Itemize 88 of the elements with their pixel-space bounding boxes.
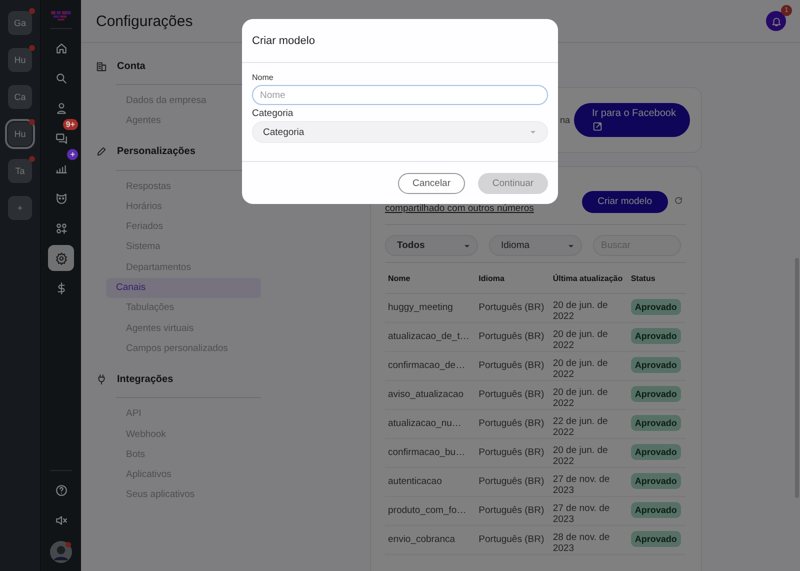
table-cell: Português (BR)	[476, 293, 550, 322]
language-dropdown[interactable]: Idioma	[489, 235, 582, 256]
logo-icon	[50, 10, 72, 21]
notifications-button[interactable]	[766, 11, 786, 31]
pencil-icon	[96, 146, 107, 158]
workspace-button[interactable]: Ta	[8, 159, 32, 183]
status-dropdown[interactable]: Todos	[385, 235, 478, 256]
building-icon	[96, 60, 107, 72]
table-cell: produto_com_fo…	[385, 496, 476, 525]
table-cell: aviso_atualizacao	[385, 380, 476, 409]
card-text: na	[560, 115, 570, 125]
facebook-button[interactable]: Ir para o Facebook	[574, 103, 690, 137]
workspace-button[interactable]: Hu	[8, 48, 32, 72]
mask-icon	[54, 192, 68, 204]
home-icon	[54, 42, 68, 54]
page-title: Configurações	[96, 12, 193, 30]
status-badge: Aprovado	[630, 531, 681, 547]
notification-dot	[29, 156, 35, 162]
status-badge: Aprovado	[630, 386, 681, 402]
bell-icon	[770, 16, 782, 26]
person-icon	[54, 102, 68, 114]
dialog-title: Criar modelo	[242, 19, 558, 63]
column-header: Última atualização	[550, 265, 628, 293]
table-cell: 20 de jun. de 2022	[550, 380, 628, 409]
table-cell: Português (BR)	[476, 525, 550, 554]
badge: +	[67, 149, 78, 160]
table-cell: huggy_meeting	[385, 293, 476, 322]
table-cell: Português (BR)	[476, 438, 550, 467]
menu-item[interactable]: Canais	[106, 278, 261, 298]
status-badge: Aprovado	[630, 502, 681, 518]
external-link-icon	[592, 121, 604, 132]
table-cell: 20 de jun. de 2022	[550, 293, 628, 322]
field-label: Nome	[252, 73, 274, 82]
table-cell: 20 de jun. de 2022	[550, 322, 628, 351]
workspace-button[interactable]: +	[8, 196, 32, 220]
table-cell: Português (BR)	[476, 496, 550, 525]
section-title: Personalizações	[117, 146, 196, 158]
table-cell: 20 de jun. de 2022	[550, 438, 628, 467]
status-badge: Aprovado	[630, 328, 681, 344]
table-cell: atualizacao_nu…	[385, 409, 476, 438]
search-icon	[54, 72, 68, 84]
chat-icon	[54, 132, 68, 144]
workspace-button[interactable]: Ga	[8, 11, 32, 35]
table-cell: Português (BR)	[476, 467, 550, 496]
status-badge: Aprovado	[630, 444, 681, 460]
section-title: Conta	[117, 60, 146, 72]
notification-dot	[29, 45, 35, 51]
table-cell: 22 de jun. de 2022	[550, 409, 628, 438]
table-cell: 27 de nov. de 2023	[550, 496, 628, 525]
table-cell: Português (BR)	[476, 409, 550, 438]
field-label: Categoria	[252, 108, 294, 119]
table-cell: confirmacao_de…	[385, 351, 476, 380]
dollar-icon	[54, 282, 68, 294]
table-cell: 20 de jun. de 2022	[550, 351, 628, 380]
help-icon	[54, 484, 68, 496]
badge: 9+	[62, 119, 78, 130]
status-badge: Aprovado	[630, 299, 681, 315]
status-badge: Aprovado	[630, 357, 681, 373]
settings-button[interactable]	[48, 245, 74, 271]
notification-dot	[29, 119, 35, 125]
column-header: Status	[628, 265, 686, 293]
table-cell: 28 de nov. de 2023	[550, 525, 628, 554]
column-header: Nome	[385, 265, 476, 293]
table-cell: 27 de nov. de 2023	[550, 467, 628, 496]
workspace-button[interactable]: Hu	[8, 122, 32, 146]
table-cell: autenticacao	[385, 467, 476, 496]
table-cell: Português (BR)	[476, 351, 550, 380]
name-field[interactable]: Nome	[252, 85, 548, 105]
cancel-button[interactable]: Cancelar	[398, 172, 465, 194]
status-badge: Aprovado	[630, 473, 681, 489]
create-template-button[interactable]: Criar modelo	[582, 190, 668, 212]
table-cell: Português (BR)	[476, 322, 550, 351]
table-cell: Português (BR)	[476, 380, 550, 409]
category-dropdown[interactable]: Categoria	[252, 121, 548, 143]
link[interactable]: compartilhado com outros números	[385, 203, 576, 214]
plug-icon	[96, 374, 107, 385]
table-cell: envio_cobranca	[385, 525, 476, 554]
workspace-button[interactable]: Ca	[8, 85, 32, 109]
column-header: Idioma	[476, 265, 550, 293]
settings-icon	[54, 252, 68, 264]
status-badge: Aprovado	[630, 415, 681, 431]
notification-dot	[29, 8, 35, 14]
refresh-icon	[674, 196, 683, 204]
table-cell: atualizacao_de_t…	[385, 322, 476, 351]
section-title: Integrações	[117, 374, 174, 385]
apps-icon	[54, 222, 68, 234]
table-cell: confirmacao_bu…	[385, 438, 476, 467]
muted-speaker-icon	[54, 514, 68, 526]
